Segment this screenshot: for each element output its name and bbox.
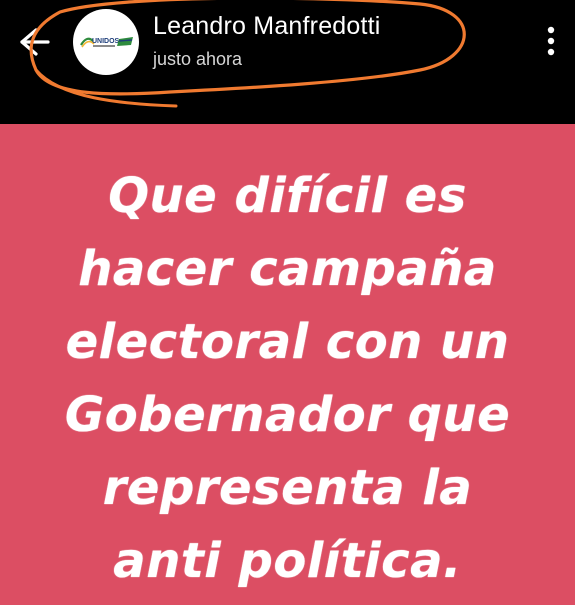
post-image: Que difícil es hacer campaña electoral c… (0, 124, 575, 605)
avatar[interactable]: UNIDOS (73, 9, 139, 75)
post-text-line: Que difícil es (108, 168, 467, 224)
post-time: justo ahora (153, 49, 243, 69)
back-arrow-icon (20, 28, 50, 56)
more-options-button[interactable] (538, 24, 564, 58)
story-viewer: UNIDOS Leandro Manfredotti justo ahora Q… (0, 0, 575, 605)
party-logo: UNIDOS (80, 37, 133, 48)
author-name[interactable]: Leandro Manfredotti (153, 12, 381, 41)
post-text: Que difícil es hacer campaña electoral c… (0, 160, 575, 598)
post-text-line: electoral con un (65, 314, 510, 370)
post-text-line: hacer campaña (78, 241, 497, 297)
post-text-line: anti política. (113, 533, 462, 589)
post-text-line: representa la (102, 460, 473, 516)
post-text-line: Gobernador que (64, 387, 511, 443)
back-button[interactable] (14, 24, 54, 60)
more-options-icon (547, 26, 555, 56)
story-header: UNIDOS Leandro Manfredotti justo ahora (0, 0, 575, 124)
logo-wordmark: UNIDOS (92, 38, 120, 45)
